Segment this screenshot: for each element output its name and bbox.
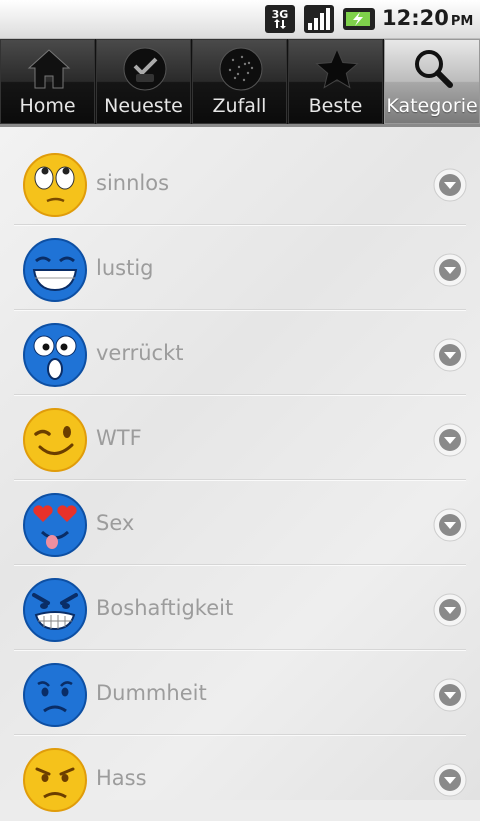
category-label: lustig [96, 256, 154, 280]
crazy-smiley-icon [23, 323, 87, 387]
category-label: Hass [96, 766, 147, 790]
category-label: sinnlos [96, 171, 170, 195]
expand-arrow-icon[interactable] [432, 167, 468, 203]
svg-text:3G: 3G [272, 8, 289, 21]
signal-strength-icon [304, 5, 334, 33]
ampm-text: PM [450, 14, 474, 29]
tab-beste[interactable]: Beste [288, 39, 383, 124]
tab-label: Neueste [104, 95, 183, 117]
category-row-boshaftigkeit[interactable]: Boshaftigkeit [14, 566, 468, 651]
category-label: Dummheit [96, 681, 207, 705]
search-icon [415, 50, 453, 88]
category-label: Sex [96, 511, 135, 535]
expand-arrow-icon[interactable] [432, 592, 468, 628]
heart-eyes-smiley-icon [23, 493, 87, 557]
new-badge-icon [123, 47, 167, 91]
tab-label: Beste [308, 95, 363, 117]
category-row-wtf[interactable]: WTF [14, 396, 468, 481]
battery-charging-icon [343, 8, 375, 30]
tab-zufall[interactable]: Zufall [192, 39, 287, 124]
category-label: Boshaftigkeit [96, 596, 234, 620]
category-list: sinnlos lustig verrückt WTF Sex Boshafti… [0, 127, 480, 812]
star-icon [315, 47, 359, 89]
random-dots-icon [219, 47, 263, 91]
category-row-dummheit[interactable]: Dummheit [14, 651, 468, 736]
expand-arrow-icon[interactable] [432, 677, 468, 713]
sad-smiley-icon [23, 663, 87, 727]
expand-arrow-icon[interactable] [432, 507, 468, 543]
rolling-eyes-smiley-icon [23, 153, 87, 217]
laughing-smiley-icon [23, 238, 87, 302]
tab-label: Home [19, 95, 76, 117]
category-label: WTF [96, 426, 142, 450]
status-bar: 3G 12:20 PM [0, 0, 480, 39]
time-text: 12:20 [382, 6, 449, 30]
tab-label: Zufall [212, 95, 267, 117]
tab-neueste[interactable]: Neueste [96, 39, 191, 124]
category-row-lustig[interactable]: lustig [14, 226, 468, 311]
tab-label: Kategorie [386, 95, 478, 117]
category-row-sinnlos[interactable]: sinnlos [14, 141, 468, 226]
expand-arrow-icon[interactable] [432, 337, 468, 373]
angry-smiley-icon [23, 748, 87, 812]
home-icon [27, 49, 71, 89]
category-label: verrückt [96, 341, 184, 365]
tab-bar: Home Neueste Zufall Beste Kategorie [0, 39, 480, 127]
network-3g-icon: 3G [265, 5, 295, 33]
tab-home[interactable]: Home [0, 39, 95, 124]
evil-grin-smiley-icon [23, 578, 87, 642]
winking-smiley-icon [23, 408, 87, 472]
status-clock: 12:20 PM [382, 6, 473, 30]
expand-arrow-icon[interactable] [432, 762, 468, 798]
tab-kategorie[interactable]: Kategorie [384, 39, 480, 124]
category-row-hass[interactable]: Hass [14, 736, 468, 821]
category-row-verrueckt[interactable]: verrückt [14, 311, 468, 396]
expand-arrow-icon[interactable] [432, 252, 468, 288]
expand-arrow-icon[interactable] [432, 422, 468, 458]
category-row-sex[interactable]: Sex [14, 481, 468, 566]
